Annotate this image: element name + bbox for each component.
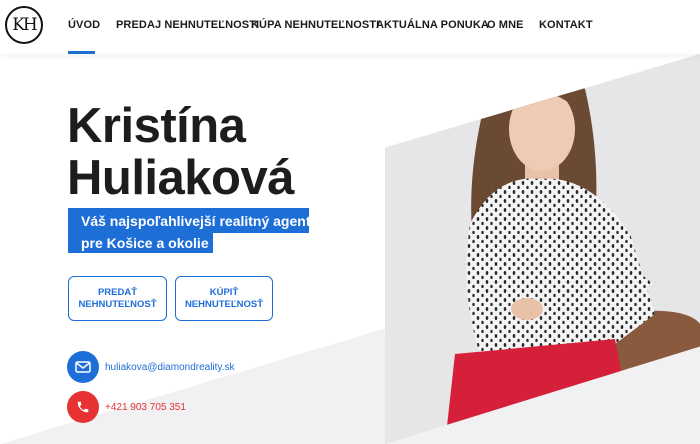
hero-tagline: Váš najspoľahlivejší realitný agent pre … [81,211,310,253]
envelope-icon [75,361,91,373]
tagline-line-1: Váš najspoľahlivejší realitný agent [81,213,311,229]
nav-item-predaj[interactable]: PREDAJ NEHNUTEĽNOSTI [116,19,259,31]
top-navigation: KH ÚVOD PREDAJ NEHNUTEĽNOSTI KÚPA NEHNUT… [0,0,700,54]
phone-link[interactable]: +421 903 705 351 [105,402,186,413]
buy-property-button[interactable]: KÚPIŤ NEHNUTEĽNOSŤ [175,276,273,321]
phone-icon [77,401,89,413]
kh-logo[interactable]: KH [5,6,43,44]
hero-name-first: Kristína [67,99,246,153]
nav-item-uvod[interactable]: ÚVOD [68,19,100,31]
buy-button-line-2: NEHNUTEĽNOSŤ [184,298,264,310]
sell-button-line-2: NEHNUTEĽNOSŤ [78,298,157,310]
email-icon-button[interactable] [67,351,99,383]
tagline-line-2: pre Košice a okolie [81,235,209,251]
active-nav-indicator [68,51,95,54]
nav-item-aktualna-ponuka[interactable]: AKTUÁLNA PONUKA [376,19,489,31]
hero-title: Kristína Huliaková [67,100,294,204]
email-link[interactable]: huliakova@diamondreality.sk [105,362,234,373]
nav-item-kontakt[interactable]: KONTAKT [539,19,593,31]
sell-button-line-1: PREDAŤ [97,286,138,298]
nav-item-kupa[interactable]: KÚPA NEHNUTEĽNOSTI [251,19,379,31]
hero-name-last: Huliaková [67,151,294,205]
nav-item-o-mne[interactable]: O MNE [487,19,524,31]
phone-icon-button[interactable] [67,391,99,423]
buy-button-line-1: KÚPIŤ [209,286,239,298]
sell-property-button[interactable]: PREDAŤ NEHNUTEĽNOSŤ [68,276,167,321]
